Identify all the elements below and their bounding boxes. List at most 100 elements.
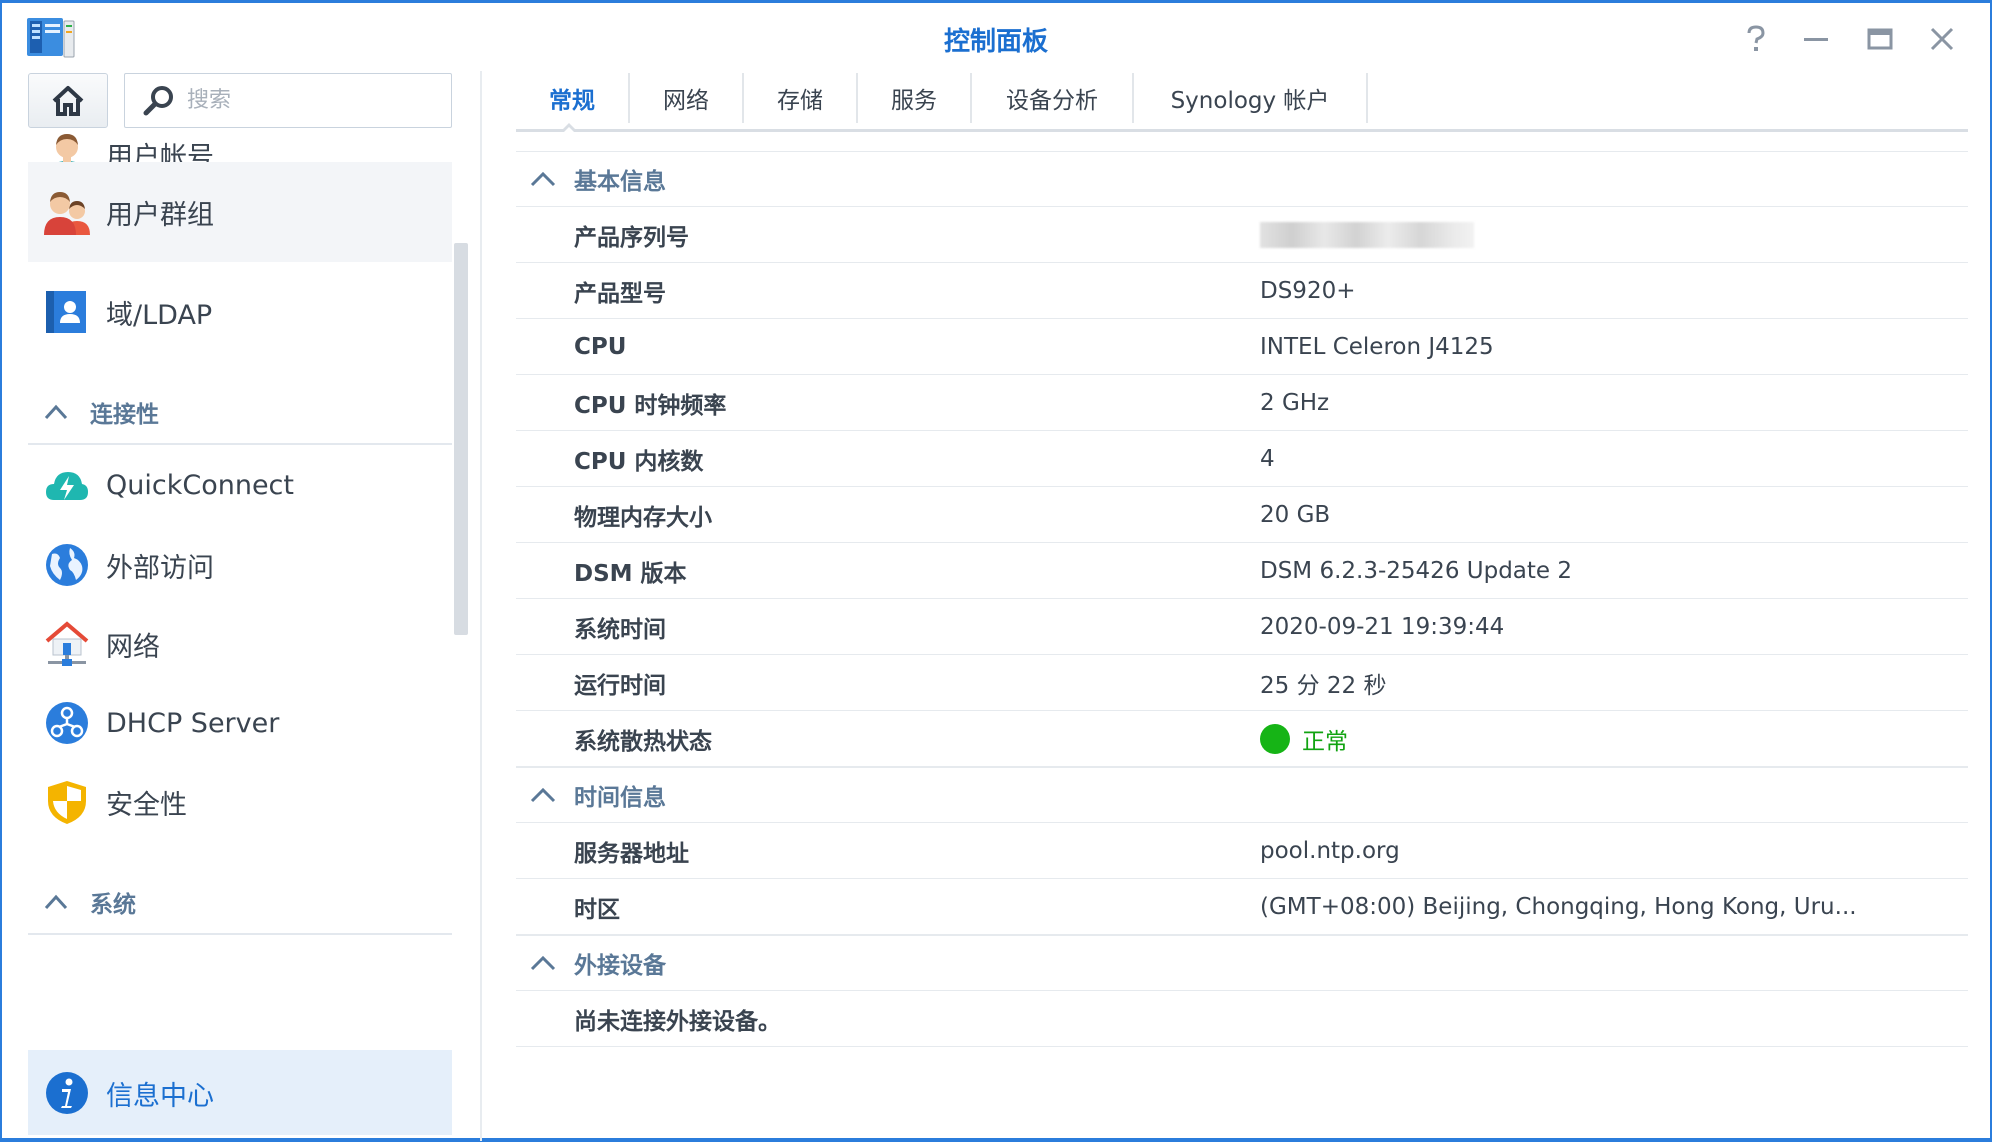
tab-storage[interactable]: 存储 <box>744 73 858 123</box>
quickconnect-cloud-icon <box>44 462 90 508</box>
sidebar-item-label: DHCP Server <box>106 707 280 739</box>
row-cpu-cores: CPU 内核数 4 <box>516 431 1968 487</box>
row-ntp-server: 服务器地址 pool.ntp.org <box>516 823 1968 879</box>
sidebar-item-security[interactable]: 安全性 <box>28 752 452 852</box>
sidebar-item-user-group[interactable]: 用户群组 <box>28 162 452 262</box>
active-tab-indicator-inner <box>563 127 575 133</box>
status-ok-icon <box>1260 723 1290 754</box>
section-title: 时间信息 <box>574 785 666 811</box>
title-bar[interactable]: 控制面板 <box>2 3 1990 71</box>
row-cpu: CPU INTEL Celeron J4125 <box>516 319 1968 375</box>
sidebar-scrollbar[interactable] <box>454 243 468 635</box>
tab-synology-account[interactable]: Synology 帐户 <box>1134 73 1368 123</box>
chevron-up-icon <box>44 404 68 420</box>
sidebar-item-label: 安全性 <box>106 789 187 821</box>
row-key: 系统散热状态 <box>574 728 712 755</box>
tab-general[interactable]: 常规 <box>516 73 630 123</box>
status-text: 正常 <box>1302 728 1348 755</box>
help-icon[interactable] <box>1738 21 1774 57</box>
directory-icon <box>44 289 90 335</box>
home-button[interactable] <box>28 73 108 128</box>
sidebar-item-domain-ldap[interactable]: 域/LDAP <box>28 262 452 362</box>
tab-underline <box>516 129 1968 132</box>
row-value: 25 分 22 秒 <box>1260 672 1387 699</box>
search-input[interactable] <box>187 88 427 113</box>
user-group-icon <box>44 189 90 235</box>
section-label: 系统 <box>90 892 136 918</box>
tab-services[interactable]: 服务 <box>858 73 972 123</box>
row-value: INTEL Celeron J4125 <box>1260 333 1494 360</box>
row-value: 20 GB <box>1260 501 1331 528</box>
row-value: DS920+ <box>1260 277 1356 304</box>
sidebar: 用户帐号 用户群组 域/LDAP 连接性 QuickConnect 外部访问 网… <box>28 131 452 1135</box>
globe-icon <box>44 542 90 588</box>
row-model: 产品型号 DS920+ <box>516 263 1968 319</box>
tab-bar: 常规 网络 存储 服务 设备分析 Synology 帐户 <box>516 73 1368 123</box>
row-no-external-devices: 尚未连接外接设备。 <box>516 991 1968 1047</box>
chevron-up-icon <box>530 787 556 803</box>
sidebar-item-label: 外部访问 <box>106 552 214 584</box>
sidebar-item-label: 信息中心 <box>106 1080 214 1112</box>
row-key: 运行时间 <box>574 672 666 699</box>
row-key: DSM 版本 <box>574 560 687 587</box>
row-value: (GMT+08:00) Beijing, Chongqing, Hong Kon… <box>1260 893 1857 920</box>
shield-icon <box>44 779 90 825</box>
info-panel: 基本信息 产品序列号 产品型号 DS920+ CPU INTEL Celeron… <box>516 151 1968 1047</box>
chevron-up-icon <box>44 894 68 910</box>
search-box[interactable] <box>124 73 452 128</box>
row-value: DSM 6.2.3-25426 Update 2 <box>1260 557 1573 584</box>
sidebar-item-label: 网络 <box>106 631 160 663</box>
control-panel-window: 控制面板 搜索 用户帐号 用户群组 域/LDAP 连接性 QuickConnec… <box>0 0 1992 1142</box>
chevron-up-icon <box>530 955 556 971</box>
tab-device-analytics[interactable]: 设备分析 <box>972 73 1134 123</box>
row-uptime: 运行时间 25 分 22 秒 <box>516 655 1968 711</box>
section-external-devices[interactable]: 外接设备 <box>516 935 1968 991</box>
row-value: 4 <box>1260 445 1275 472</box>
section-title: 外接设备 <box>574 953 666 979</box>
section-basic-info[interactable]: 基本信息 <box>516 151 1968 207</box>
row-value: pool.ntp.org <box>1260 837 1400 864</box>
sidebar-item-info-center[interactable]: 信息中心 <box>28 1050 452 1135</box>
row-system-time: 系统时间 2020-09-21 19:39:44 <box>516 599 1968 655</box>
sidebar-item-label: 域/LDAP <box>106 299 213 331</box>
row-key: 服务器地址 <box>574 840 689 867</box>
section-time-info[interactable]: 时间信息 <box>516 767 1968 823</box>
maximize-icon[interactable] <box>1862 21 1898 57</box>
section-label: 连接性 <box>90 402 159 428</box>
row-key: 产品序列号 <box>574 224 689 251</box>
row-value: 正常 <box>1260 722 1348 756</box>
row-value: 2020-09-21 19:39:44 <box>1260 613 1505 640</box>
dhcp-icon <box>44 700 90 746</box>
row-value: 2 GHz <box>1260 389 1330 416</box>
tab-network[interactable]: 网络 <box>630 73 744 123</box>
row-serial-number: 产品序列号 <box>516 207 1968 263</box>
row-key: CPU 时钟频率 <box>574 392 727 419</box>
sidebar-section-system[interactable]: 系统 <box>28 871 452 935</box>
row-dsm-version: DSM 版本 DSM 6.2.3-25426 Update 2 <box>516 543 1968 599</box>
chevron-up-icon <box>530 171 556 187</box>
row-key: 产品型号 <box>574 280 666 307</box>
redacted-serial <box>1260 221 1474 248</box>
window-title: 控制面板 <box>943 27 1048 57</box>
sidebar-divider <box>480 71 482 1141</box>
section-title: 基本信息 <box>574 169 666 195</box>
empty-message: 尚未连接外接设备。 <box>574 1008 781 1035</box>
row-key: 时区 <box>574 896 620 923</box>
close-icon[interactable] <box>1924 21 1960 57</box>
sidebar-item-label: QuickConnect <box>106 469 294 501</box>
network-house-icon <box>44 621 90 667</box>
row-key: CPU <box>574 333 627 360</box>
row-timezone: 时区 (GMT+08:00) Beijing, Chongqing, Hong … <box>516 879 1968 935</box>
info-icon <box>44 1070 90 1116</box>
row-cpu-clock: CPU 时钟频率 2 GHz <box>516 375 1968 431</box>
search-icon <box>143 85 173 115</box>
row-key: 物理内存大小 <box>574 504 712 531</box>
row-thermal-status: 系统散热状态 正常 <box>516 711 1968 767</box>
row-key: CPU 内核数 <box>574 448 704 475</box>
row-value <box>1260 221 1474 248</box>
minimize-icon[interactable] <box>1798 21 1834 57</box>
row-key: 系统时间 <box>574 616 666 643</box>
sidebar-item-label: 用户群组 <box>106 199 214 231</box>
home-icon <box>52 85 84 116</box>
row-memory: 物理内存大小 20 GB <box>516 487 1968 543</box>
